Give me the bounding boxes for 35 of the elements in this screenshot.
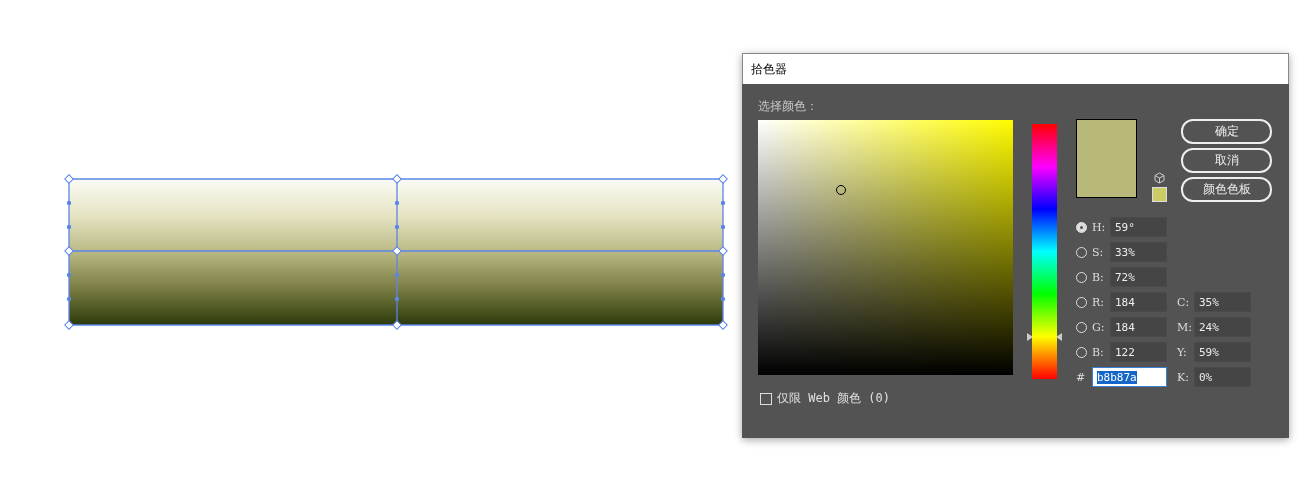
window-title: 拾色器 <box>751 60 787 78</box>
color-swatch[interactable] <box>1151 187 1167 202</box>
value-field[interactable]: 0% <box>1194 367 1251 387</box>
channel-label: S: <box>1092 245 1105 259</box>
value-field[interactable]: 59% <box>1194 342 1251 362</box>
slider-handle[interactable] <box>1027 333 1062 342</box>
hash-label: # <box>1076 370 1087 384</box>
dialog-button[interactable]: 颜色色板 <box>1181 177 1272 202</box>
channel-label: C: <box>1177 295 1191 309</box>
channel-label: B: <box>1092 345 1105 359</box>
channel-label: B: <box>1092 270 1105 284</box>
channel-label: Y: <box>1177 345 1188 359</box>
value-field[interactable]: 35% <box>1194 292 1251 312</box>
value-field[interactable]: 59° <box>1110 217 1167 237</box>
value-field[interactable]: 24% <box>1194 317 1251 337</box>
value-field[interactable]: 33% <box>1110 242 1167 262</box>
value-field[interactable]: 72% <box>1110 267 1167 287</box>
channel-label: K: <box>1177 370 1190 384</box>
dialog-button[interactable]: 确定 <box>1181 119 1272 144</box>
hex-field[interactable]: b8b87a <box>1092 367 1167 387</box>
value-field[interactable]: 184 <box>1110 317 1167 337</box>
channel-label: R: <box>1092 295 1105 309</box>
color-field[interactable] <box>758 120 1013 375</box>
prompt-label: 选择颜色： <box>758 98 818 115</box>
dialog-button[interactable]: 取消 <box>1181 148 1272 173</box>
channel-label: M: <box>1177 320 1193 334</box>
value-field[interactable]: 184 <box>1110 292 1167 312</box>
checkbox-label: 仅限 Web 颜色 (0) <box>777 390 891 407</box>
value-field[interactable]: 122 <box>1110 342 1167 362</box>
hue-slider[interactable] <box>1027 124 1062 379</box>
channel-label: H: <box>1092 220 1107 234</box>
radio-button[interactable] <box>1076 221 1087 233</box>
channel-label: G: <box>1092 320 1106 334</box>
cube-icon[interactable] <box>1153 172 1165 184</box>
checkbox[interactable] <box>760 392 772 405</box>
